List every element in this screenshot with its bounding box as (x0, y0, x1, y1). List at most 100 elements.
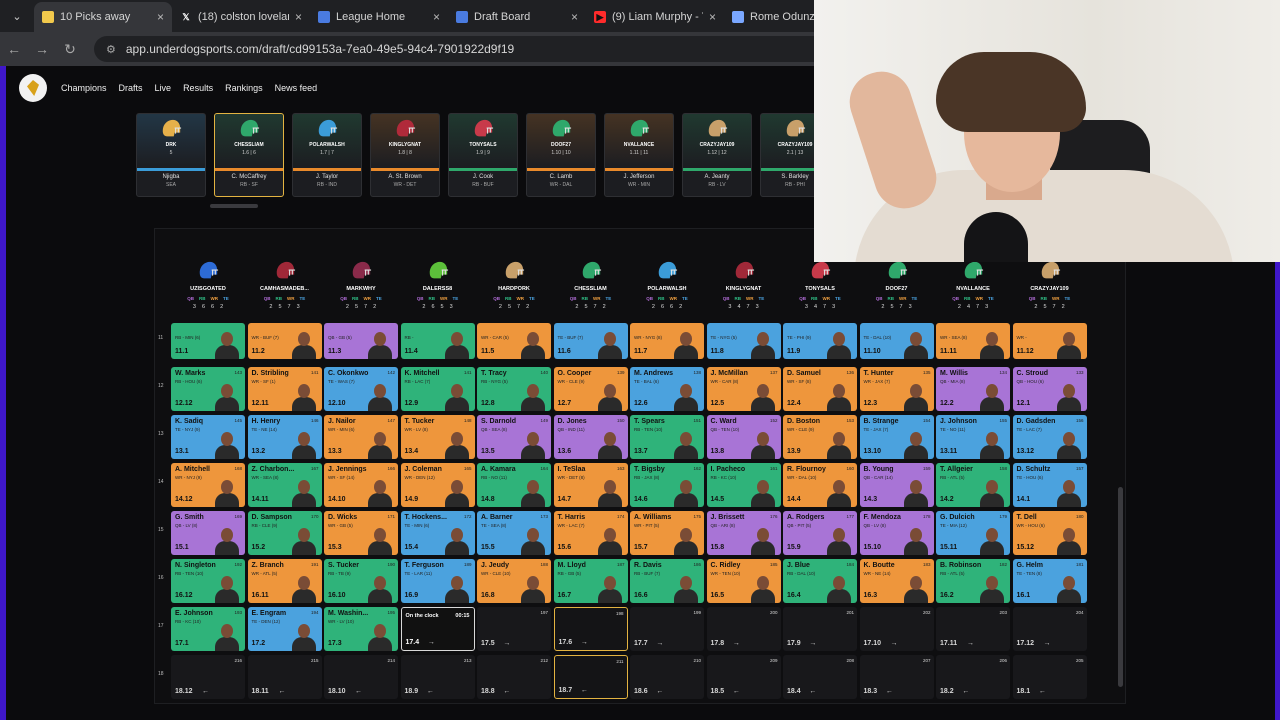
pick-cell[interactable]: B. Robinson RB - ATL (5) 182 16.2 (936, 559, 1010, 603)
pick-cell[interactable]: S. Tucker RB - TB (9) 190 16.10 (324, 559, 398, 603)
pick-cell[interactable]: S. Darnold QB - SEA (8) 149 13.5 (477, 415, 551, 459)
empty-pick-cell[interactable]: 204 17.12 → (1012, 607, 1087, 651)
team-header[interactable]: CHESSLIAM QB RB WR TE 2 5 7 2 (554, 254, 628, 322)
site-info-icon[interactable]: ⚙ (106, 43, 116, 56)
nav-results[interactable]: Results (183, 83, 213, 93)
pick-cell[interactable]: D. Wicks WR - GB (5) 171 15.3 (324, 511, 398, 555)
nav-drafts[interactable]: Drafts (119, 83, 143, 93)
pick-cell[interactable]: D. Schultz TE - HOU (6) 157 14.1 (1012, 463, 1087, 507)
team-header[interactable]: POLARWALSH QB RB WR TE 2 6 6 2 (630, 254, 704, 322)
pick-cell[interactable]: T. Hockens... TE - MIN (6) 172 15.4 (400, 511, 475, 555)
pick-cell[interactable]: O. Cooper WR - CLE (9) 139 12.7 (553, 367, 628, 411)
pick-cell[interactable]: TE - BUF (7) 11.6 (553, 323, 628, 359)
pick-card[interactable]: CRAZYJAY109 1.12 | 12 A. Jeanty RB - LV (682, 113, 752, 197)
pick-cell[interactable]: N. Singleton RB - TEN (10) 192 16.12 (171, 559, 245, 603)
pick-cell[interactable]: C. Ridley WR - TEN (10) 185 16.5 (706, 559, 781, 603)
pick-cell[interactable]: TE - PHI (9) 11.9 (783, 323, 857, 359)
team-header[interactable]: NVALLANCE QB RB WR TE 2 4 7 3 (936, 254, 1010, 322)
pick-cell[interactable]: R. Davis RB - BUF (7) 186 16.6 (630, 559, 704, 603)
pick-cell[interactable]: J. Nailor WR - MIN (6) 147 13.3 (324, 415, 398, 459)
pick-cell[interactable]: M. Washin... WR - LV (10) 195 17.3 (324, 607, 398, 651)
pick-cell[interactable]: A. Kamara RB - NO (11) 164 14.8 (477, 463, 551, 507)
pick-card[interactable]: NVALLANCE 1.11 | 11 J. Jefferson WR - MIN (604, 113, 674, 197)
empty-pick-cell[interactable]: 213 18.9 ← (400, 655, 475, 699)
pick-cell[interactable]: J. Brissett QB - ARI (8) 176 15.8 (706, 511, 781, 555)
pick-cell[interactable]: T. Tucker WR - LV (8) 148 13.4 (400, 415, 475, 459)
pick-card[interactable]: TONYSALS 1.9 | 9 J. Cook RB - BUF (448, 113, 518, 197)
pick-cell[interactable]: T. Hunter WR - JAX (7) 135 12.3 (859, 367, 934, 411)
empty-pick-cell[interactable]: 211 18.7 ← (553, 655, 628, 699)
pick-cell[interactable]: Z. Charbon... WR - SEA (8) 167 14.11 (247, 463, 322, 507)
pick-cell[interactable]: B. Strange TE - JAX (7) 154 13.10 (859, 415, 934, 459)
pick-card[interactable]: POLARWALSH 1.7 | 7 J. Taylor RB - IND (292, 113, 362, 197)
forward-icon[interactable]: → (28, 41, 56, 57)
pick-cell[interactable]: G. Smith QB - LV (8) 169 15.1 (171, 511, 245, 555)
pick-cell[interactable]: T. Ferguson TE - LAR (11) 189 16.9 (400, 559, 475, 603)
team-header[interactable]: TONYSALS QB RB WR TE 3 4 7 3 (783, 254, 857, 322)
pick-card[interactable]: DOOF27 1.10 | 10 C. Lamb WR - DAL (526, 113, 596, 197)
pick-cell[interactable]: T. Allgeier RB - ATL (5) 158 14.2 (936, 463, 1010, 507)
empty-pick-cell[interactable]: 205 18.1 ← (1012, 655, 1087, 699)
empty-pick-cell[interactable]: 207 18.3 ← (859, 655, 934, 699)
pick-cell[interactable]: WR - SEA (8) 11.11 (936, 323, 1010, 359)
pick-cell[interactable]: T. Tracy RB - NYG (5) 140 12.8 (477, 367, 551, 411)
empty-pick-cell[interactable]: 210 18.6 ← (630, 655, 704, 699)
pick-card[interactable]: DRK 5 Njigba SEA (136, 113, 206, 197)
pick-cell[interactable]: B. Young QB - CAR (14) 159 14.3 (859, 463, 934, 507)
pick-cell[interactable]: A. Rodgers QB - PIT (5) 177 15.9 (783, 511, 857, 555)
on-the-clock-cell[interactable]: On the clock 00:15 17.4 → (400, 607, 475, 651)
pick-cell[interactable]: A. Barner TE - SEA (8) 173 15.5 (477, 511, 551, 555)
nav-rankings[interactable]: Rankings (225, 83, 263, 93)
pick-cell[interactable]: G. Dulcich TE - MIA (12) 179 15.11 (936, 511, 1010, 555)
pick-card[interactable]: KINGLYGNAT 1.8 | 8 A. St. Brown WR - DET (370, 113, 440, 197)
empty-pick-cell[interactable]: 212 18.8 ← (477, 655, 551, 699)
pick-cell[interactable]: J. Coleman WR - DEN (12) 165 14.9 (400, 463, 475, 507)
team-header[interactable]: DALERSS8 QB RB WR TE 2 6 5 3 (401, 254, 475, 322)
pick-cell[interactable]: W. Marks RB - HOU (6) 143 12.12 (171, 367, 245, 411)
reload-icon[interactable]: ↻ (56, 41, 84, 58)
pick-cell[interactable]: F. Mendoza QB - LV (8) 178 15.10 (859, 511, 934, 555)
pick-cell[interactable]: WR - 11.12 (1012, 323, 1087, 359)
team-header[interactable]: UZISGOATED QB RB WR TE 3 6 6 2 (171, 254, 245, 322)
tab-close-icon[interactable]: × (709, 10, 716, 24)
pick-cell[interactable]: K. Boutte WR - NE (14) 183 16.3 (859, 559, 934, 603)
empty-pick-cell[interactable]: 201 17.9 → (783, 607, 857, 651)
browser-tab[interactable]: 𝕏 (18) colston loveland × (172, 2, 310, 32)
pick-cell[interactable]: E. Engram TE - DEN (12) 194 17.2 (247, 607, 322, 651)
nav-news-feed[interactable]: News feed (275, 83, 318, 93)
team-header[interactable]: CRAZYJAY109 QB RB WR TE 2 5 7 2 (1013, 254, 1087, 322)
pick-cell[interactable]: T. Dell WR - HOU (6) 180 15.12 (1012, 511, 1087, 555)
pick-cell[interactable]: TE - DAL (10) 11.10 (859, 323, 934, 359)
board-scrollbar[interactable] (1118, 487, 1123, 687)
nav-champions[interactable]: Champions (61, 83, 107, 93)
pick-cell[interactable]: D. Gadsden TE - LAC (7) 156 13.12 (1012, 415, 1087, 459)
team-header[interactable]: CAMHASMADEB... QB RB WR TE 2 5 7 3 (248, 254, 322, 322)
nav-live[interactable]: Live (155, 83, 172, 93)
pick-cell[interactable]: D. Sampson RB - CLE (9) 170 15.2 (247, 511, 322, 555)
pick-cell[interactable]: A. Mitchell WR - NYJ (9) 168 14.12 (171, 463, 245, 507)
tab-close-icon[interactable]: × (433, 10, 440, 24)
empty-pick-cell[interactable]: 209 18.5 ← (706, 655, 781, 699)
pick-cell[interactable]: E. Johnson RB - KC (10) 193 17.1 (171, 607, 245, 651)
pick-cell[interactable]: WR - CAR (5) 11.5 (477, 323, 551, 359)
empty-pick-cell[interactable]: 202 17.10 → (859, 607, 934, 651)
browser-tab[interactable]: League Home × (310, 2, 448, 32)
browser-tab[interactable]: ▶ (9) Liam Murphy - Y × (586, 2, 724, 32)
pick-cell[interactable]: H. Henry TE - NE (14) 146 13.2 (247, 415, 322, 459)
empty-pick-cell[interactable]: 216 18.12 ← (171, 655, 245, 699)
back-icon[interactable]: ← (0, 41, 28, 57)
pick-cell[interactable]: M. Lloyd RB - GB (5) 187 16.7 (553, 559, 628, 603)
tab-close-icon[interactable]: × (295, 10, 302, 24)
team-header[interactable]: DOOF27 QB RB WR TE 2 5 7 3 (860, 254, 934, 322)
pick-cell[interactable]: D. Samuel WR - SF (8) 136 12.4 (783, 367, 857, 411)
pick-cell[interactable]: M. Willis QB - MIA (8) 134 12.2 (936, 367, 1010, 411)
pick-cell[interactable]: D. Stribling WR - SF (1) 141 12.11 (247, 367, 322, 411)
pick-cell[interactable]: T. Bigsby RB - JAX (8) 162 14.6 (630, 463, 704, 507)
pick-cell[interactable]: I. TeSlaa WR - DET (8) 163 14.7 (553, 463, 628, 507)
browser-tab[interactable]: 10 Picks away × (34, 2, 172, 32)
tab-search-icon[interactable]: ⌄ (0, 0, 34, 32)
tab-close-icon[interactable]: × (571, 10, 578, 24)
pick-cell[interactable]: D. Jones QB - IND (11) 150 13.6 (553, 415, 628, 459)
pick-cell[interactable]: I. Pacheco RB - KC (10) 161 14.5 (706, 463, 781, 507)
underdog-logo-icon[interactable] (19, 74, 47, 102)
